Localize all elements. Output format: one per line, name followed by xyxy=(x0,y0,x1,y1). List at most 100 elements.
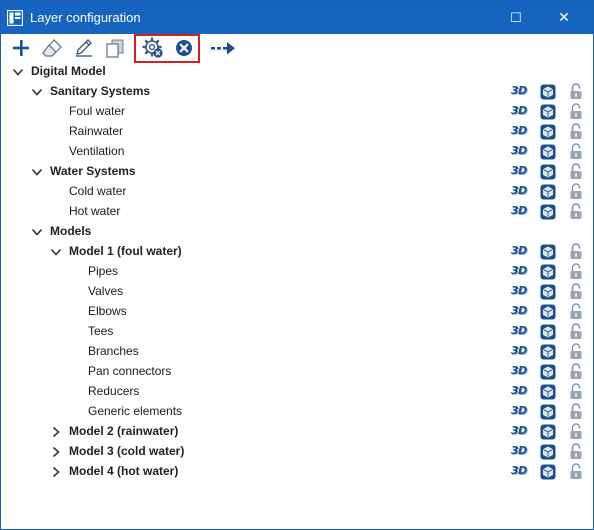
erase-button[interactable] xyxy=(39,35,65,61)
tree-row[interactable]: Valves 3D xyxy=(1,282,593,302)
tree-row[interactable]: Cold water 3D xyxy=(1,182,593,202)
tree-row[interactable]: Hot water 3D xyxy=(1,202,593,222)
maximize-button[interactable]: ☐ xyxy=(493,1,539,34)
tree-row-label: Elbows xyxy=(88,304,127,318)
view-3d-icon[interactable]: 3D xyxy=(511,244,529,260)
unlocked-icon[interactable] xyxy=(569,263,583,280)
tree-row-label: Model 4 (hot water) xyxy=(69,464,179,478)
tree-row-label: Model 3 (cold water) xyxy=(69,444,185,458)
copy-button[interactable] xyxy=(102,35,128,61)
unlocked-icon[interactable] xyxy=(569,323,583,340)
tree-row[interactable]: Foul water 3D xyxy=(1,102,593,122)
unlocked-icon[interactable] xyxy=(569,203,583,220)
tree-row[interactable]: Model 4 (hot water) 3D xyxy=(1,462,593,482)
view-3d-icon[interactable]: 3D xyxy=(511,124,529,140)
cube-visibility-icon[interactable] xyxy=(540,404,556,420)
unlocked-icon[interactable] xyxy=(569,343,583,360)
unlocked-icon[interactable] xyxy=(569,443,583,460)
unlocked-icon[interactable] xyxy=(569,163,583,180)
tree-row[interactable]: Model 2 (rainwater) 3D xyxy=(1,422,593,442)
view-3d-icon[interactable]: 3D xyxy=(511,324,529,340)
chevron-down-icon[interactable] xyxy=(30,164,44,180)
chevron-right-icon[interactable] xyxy=(49,464,63,480)
cube-visibility-icon[interactable] xyxy=(540,344,556,360)
title-bar[interactable]: Layer configuration ☐ ✕ xyxy=(1,1,593,34)
unlocked-icon[interactable] xyxy=(569,363,583,380)
tree-row[interactable]: Tees 3D xyxy=(1,322,593,342)
view-3d-icon[interactable]: 3D xyxy=(511,284,529,300)
cube-visibility-icon[interactable] xyxy=(540,384,556,400)
cube-visibility-icon[interactable] xyxy=(540,304,556,320)
view-3d-icon[interactable]: 3D xyxy=(511,444,529,460)
cube-visibility-icon[interactable] xyxy=(540,244,556,260)
chevron-down-icon[interactable] xyxy=(30,224,44,240)
cube-visibility-icon[interactable] xyxy=(540,104,556,120)
cube-visibility-icon[interactable] xyxy=(540,424,556,440)
cube-visibility-icon[interactable] xyxy=(540,464,556,480)
view-3d-icon[interactable]: 3D xyxy=(511,304,529,320)
view-3d-icon[interactable]: 3D xyxy=(511,164,529,180)
unlocked-icon[interactable] xyxy=(569,83,583,100)
view-3d-icon[interactable]: 3D xyxy=(511,84,529,100)
unlocked-icon[interactable] xyxy=(569,123,583,140)
tree-row[interactable]: Pan connectors 3D xyxy=(1,362,593,382)
tree-row[interactable]: Digital Model xyxy=(1,62,593,82)
edit-button[interactable] xyxy=(71,35,97,61)
tree-row[interactable]: Model 3 (cold water) 3D xyxy=(1,442,593,462)
close-button[interactable]: ✕ xyxy=(541,1,587,34)
cube-visibility-icon[interactable] xyxy=(540,284,556,300)
add-button[interactable] xyxy=(8,35,34,61)
view-3d-icon[interactable]: 3D xyxy=(511,104,529,120)
tree-row[interactable]: Pipes 3D xyxy=(1,262,593,282)
tree-row[interactable]: Water Systems 3D xyxy=(1,162,593,182)
view-3d-icon[interactable]: 3D xyxy=(511,384,529,400)
cube-visibility-icon[interactable] xyxy=(540,444,556,460)
cube-visibility-icon[interactable] xyxy=(540,124,556,140)
unlocked-icon[interactable] xyxy=(569,423,583,440)
chevron-down-icon[interactable] xyxy=(11,64,25,80)
cube-visibility-icon[interactable] xyxy=(540,144,556,160)
view-3d-icon[interactable]: 3D xyxy=(511,204,529,220)
chevron-down-icon[interactable] xyxy=(49,244,63,260)
view-3d-icon[interactable]: 3D xyxy=(511,344,529,360)
view-3d-icon[interactable]: 3D xyxy=(511,404,529,420)
chevron-right-icon[interactable] xyxy=(49,444,63,460)
arrow-right-icon xyxy=(211,42,235,55)
view-3d-icon[interactable]: 3D xyxy=(511,184,529,200)
view-3d-icon[interactable]: 3D xyxy=(511,424,529,440)
copy-icon xyxy=(106,39,124,58)
unlocked-icon[interactable] xyxy=(569,303,583,320)
tree-row[interactable]: Generic elements 3D xyxy=(1,402,593,422)
unlocked-icon[interactable] xyxy=(569,463,583,480)
view-3d-icon[interactable]: 3D xyxy=(511,364,529,380)
unlocked-icon[interactable] xyxy=(569,103,583,120)
cube-visibility-icon[interactable] xyxy=(540,324,556,340)
view-3d-icon[interactable]: 3D xyxy=(511,144,529,160)
cube-visibility-icon[interactable] xyxy=(540,184,556,200)
chevron-down-icon[interactable] xyxy=(30,84,44,100)
tree-row-label: Pan connectors xyxy=(88,364,172,378)
chevron-right-icon[interactable] xyxy=(49,424,63,440)
cube-visibility-icon[interactable] xyxy=(540,204,556,220)
tree-row[interactable]: Reducers 3D xyxy=(1,382,593,402)
cube-visibility-icon[interactable] xyxy=(540,264,556,280)
view-3d-icon[interactable]: 3D xyxy=(511,464,529,480)
tree-row[interactable]: Models xyxy=(1,222,593,242)
unlocked-icon[interactable] xyxy=(569,183,583,200)
view-3d-icon[interactable]: 3D xyxy=(511,264,529,280)
unlocked-icon[interactable] xyxy=(569,403,583,420)
tree-row[interactable]: Rainwater 3D xyxy=(1,122,593,142)
tree-row[interactable]: Sanitary Systems 3D xyxy=(1,82,593,102)
unlocked-icon[interactable] xyxy=(569,283,583,300)
unlocked-icon[interactable] xyxy=(569,143,583,160)
cube-visibility-icon[interactable] xyxy=(540,84,556,100)
next-button[interactable] xyxy=(209,35,239,61)
tree-row[interactable]: Branches 3D xyxy=(1,342,593,362)
tree-row[interactable]: Elbows 3D xyxy=(1,302,593,322)
cube-visibility-icon[interactable] xyxy=(540,164,556,180)
tree-row[interactable]: Ventilation 3D xyxy=(1,142,593,162)
unlocked-icon[interactable] xyxy=(569,383,583,400)
cube-visibility-icon[interactable] xyxy=(540,364,556,380)
tree-row[interactable]: Model 1 (foul water) 3D xyxy=(1,242,593,262)
unlocked-icon[interactable] xyxy=(569,243,583,260)
